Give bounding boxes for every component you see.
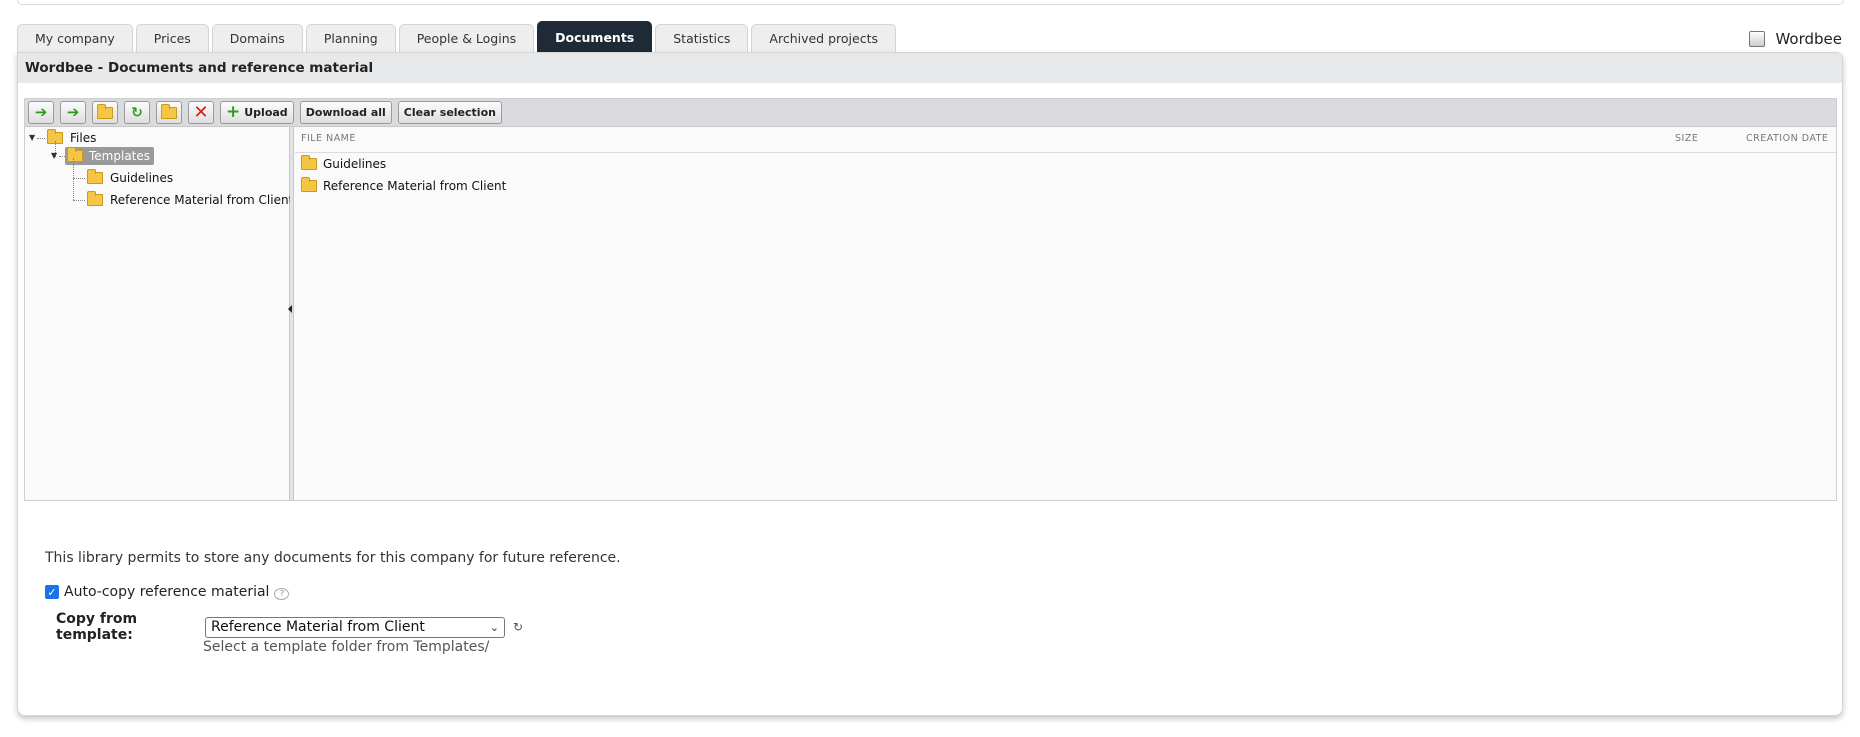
- file-browser: ➔ ➔ ↻ ✕ + Upload Download all Clear sele…: [24, 98, 1837, 501]
- pane-splitter[interactable]: [288, 127, 294, 500]
- arrow-right-icon: ➔: [66, 103, 80, 121]
- folder-add-icon: [161, 103, 177, 119]
- file-row-label: Guidelines: [323, 157, 387, 171]
- tree-node-templates[interactable]: Templates: [65, 146, 155, 166]
- file-list-header: FILE NAME SIZE CREATION DATE: [295, 127, 1836, 153]
- folder-icon: [301, 177, 317, 192]
- template-label: Copy from template:: [56, 611, 138, 643]
- tree-node-label: Templates: [89, 149, 151, 163]
- refresh-button[interactable]: ↻: [124, 101, 150, 124]
- folder-icon: [87, 169, 103, 184]
- tree-node-guidelines[interactable]: Guidelines: [87, 168, 173, 188]
- tab-my-company[interactable]: My company: [17, 24, 133, 52]
- autocopy-row: ✓ Auto-copy reference material ?: [45, 584, 290, 600]
- tree-node-label: Reference Material from Client: [110, 193, 294, 207]
- file-row-reference-material[interactable]: Reference Material from Client: [295, 175, 1836, 197]
- tree-node-reference-material[interactable]: Reference Material from Client: [87, 190, 293, 210]
- column-creation-date[interactable]: CREATION DATE: [1746, 127, 1828, 151]
- forward-button[interactable]: ➔: [60, 101, 86, 124]
- tab-archived-projects[interactable]: Archived projects: [751, 24, 896, 52]
- window-icon: [1749, 31, 1766, 47]
- delete-icon: ✕: [193, 101, 209, 123]
- tab-planning[interactable]: Planning: [305, 24, 396, 52]
- download-all-button[interactable]: Download all: [299, 101, 392, 124]
- top-frame-edge: [17, 0, 1844, 5]
- documents-panel: Wordbee - Documents and reference materi…: [17, 52, 1843, 716]
- main-tabs: My company Prices Domains Planning Peopl…: [17, 21, 899, 52]
- tree-connector: [73, 200, 85, 201]
- collapse-toggle-templates[interactable]: ▼: [51, 151, 57, 160]
- autocopy-label[interactable]: Auto-copy reference material: [64, 584, 269, 600]
- tree-node-label: Guidelines: [110, 171, 174, 185]
- plus-icon: +: [226, 102, 241, 122]
- file-list: FILE NAME SIZE CREATION DATE Guidelines …: [295, 127, 1836, 500]
- template-select-value: Reference Material from Client: [211, 619, 425, 635]
- help-icon[interactable]: ?: [274, 588, 290, 600]
- collapse-toggle-root[interactable]: ▼: [29, 133, 35, 142]
- panel-title: Wordbee - Documents and reference materi…: [18, 53, 1842, 83]
- delete-button[interactable]: ✕: [188, 101, 214, 124]
- upload-button[interactable]: + Upload: [220, 101, 294, 124]
- reload-icon[interactable]: ↻: [513, 620, 523, 634]
- library-description: This library permits to store any docume…: [45, 550, 621, 566]
- tree-connector: [37, 138, 45, 139]
- tab-documents[interactable]: Documents: [537, 21, 653, 52]
- clear-selection-button[interactable]: Clear selection: [397, 101, 502, 124]
- tree-connector: [73, 178, 85, 179]
- folder-open-icon: [97, 103, 113, 119]
- file-row-label: Reference Material from Client: [323, 179, 507, 193]
- refresh-icon: ↻: [131, 104, 143, 121]
- folder-icon: [67, 147, 83, 162]
- arrow-left-icon: ➔: [34, 103, 48, 121]
- tree-node-label: Files: [70, 131, 97, 145]
- brand-link[interactable]: Wordbee: [1749, 30, 1842, 48]
- new-folder-button[interactable]: [156, 101, 182, 124]
- folder-tree: ▼ Files ▼ Templates Guidelines Reference…: [25, 127, 293, 500]
- tab-prices[interactable]: Prices: [135, 24, 209, 52]
- collapse-caret-icon[interactable]: [288, 305, 292, 313]
- selection-highlight: Templates: [65, 147, 155, 165]
- open-folder-button[interactable]: [92, 101, 118, 124]
- column-file-name[interactable]: FILE NAME: [301, 127, 356, 151]
- brand-label: Wordbee: [1775, 30, 1842, 48]
- column-size[interactable]: SIZE: [1675, 127, 1698, 151]
- folder-icon: [301, 155, 317, 170]
- tree-connector: [73, 158, 74, 200]
- template-hint: Select a template folder from Templates/: [203, 639, 490, 655]
- chevron-down-icon: ⌄: [489, 620, 499, 634]
- tab-people-logins[interactable]: People & Logins: [398, 24, 535, 52]
- back-button[interactable]: ➔: [28, 101, 54, 124]
- file-row-guidelines[interactable]: Guidelines: [295, 153, 1836, 175]
- file-toolbar: ➔ ➔ ↻ ✕ + Upload Download all Clear sele…: [25, 99, 1836, 127]
- upload-label: Upload: [244, 106, 288, 119]
- tab-domains[interactable]: Domains: [211, 24, 303, 52]
- folder-icon: [87, 191, 103, 206]
- autocopy-checkbox[interactable]: ✓: [45, 585, 59, 599]
- template-select[interactable]: Reference Material from Client ⌄: [205, 616, 505, 638]
- tab-statistics[interactable]: Statistics: [655, 24, 749, 52]
